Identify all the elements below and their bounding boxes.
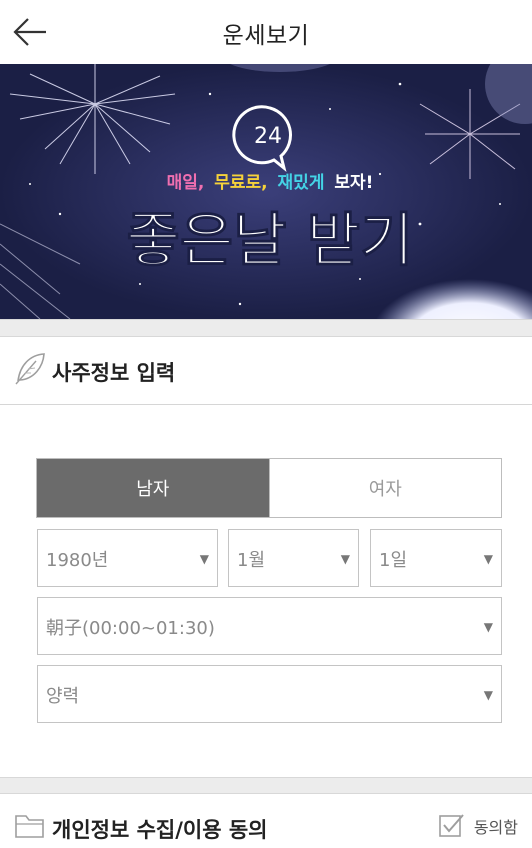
birth-day-select[interactable]: 1일 ▼ [370,529,502,587]
birth-year-value: 1980년 [46,550,109,571]
tagline-part3: 재밌게 [278,173,325,193]
gender-male-tab[interactable]: 남자 [37,459,269,517]
agree-checkbox[interactable]: 동의함 [438,812,518,840]
tagline-part1: 매일, [167,173,205,193]
section-divider [0,319,532,337]
saju-form: 남자 여자 1980년 ▼ 1월 ▼ 1일 ▼ 朝子(00:00~01:30) … [0,405,532,777]
tagline-part2: 무료로, [214,173,267,193]
folder-icon [14,812,46,844]
dropdown-arrow-icon: ▼ [483,688,493,702]
banner-headline: 좋은날 받기 [127,206,414,274]
tagline-part4: 보자! [334,173,373,193]
birth-year-select[interactable]: 1980년 ▼ [37,529,218,587]
dropdown-arrow-icon: ▼ [199,552,209,566]
privacy-consent-section: 개인정보 수집/이용 동의 동의함 [0,794,532,848]
promo-banner[interactable]: 24 매일, 무료로, 재밌게 보자! 좋은날 받기 [0,64,532,319]
saju-section-header: 사주정보 입력 [0,337,532,405]
gender-toggle: 남자 여자 [36,458,502,518]
dropdown-arrow-icon: ▼ [340,552,350,566]
birth-time-select[interactable]: 朝子(00:00~01:30) ▼ [37,597,502,655]
birth-month-select[interactable]: 1월 ▼ [228,529,359,587]
privacy-section-title: 개인정보 수집/이용 동의 [52,818,268,842]
page-title: 운세보기 [222,23,310,49]
birth-time-value: 朝子(00:00~01:30) [46,618,215,639]
calendar-type-select[interactable]: 양력 ▼ [37,665,502,723]
birth-month-value: 1월 [237,550,266,571]
leaf-icon [14,351,46,389]
top-bar: 운세보기 [0,0,532,64]
saju-section-title: 사주정보 입력 [52,361,176,385]
checkbox-check-icon [439,814,464,837]
dropdown-arrow-icon: ▼ [483,552,493,566]
gender-female-tab[interactable]: 여자 [268,459,501,517]
birth-day-value: 1일 [379,550,408,571]
calendar-type-value: 양력 [46,686,80,707]
section-divider [0,777,532,794]
svg-text:매일, 무료로, 재밌게: 매일, 무료로, 재밌게 보자! [167,173,374,193]
brand-badge-number: 24 [254,124,282,149]
dropdown-arrow-icon: ▼ [483,620,493,634]
agree-label: 동의함 [473,818,518,837]
